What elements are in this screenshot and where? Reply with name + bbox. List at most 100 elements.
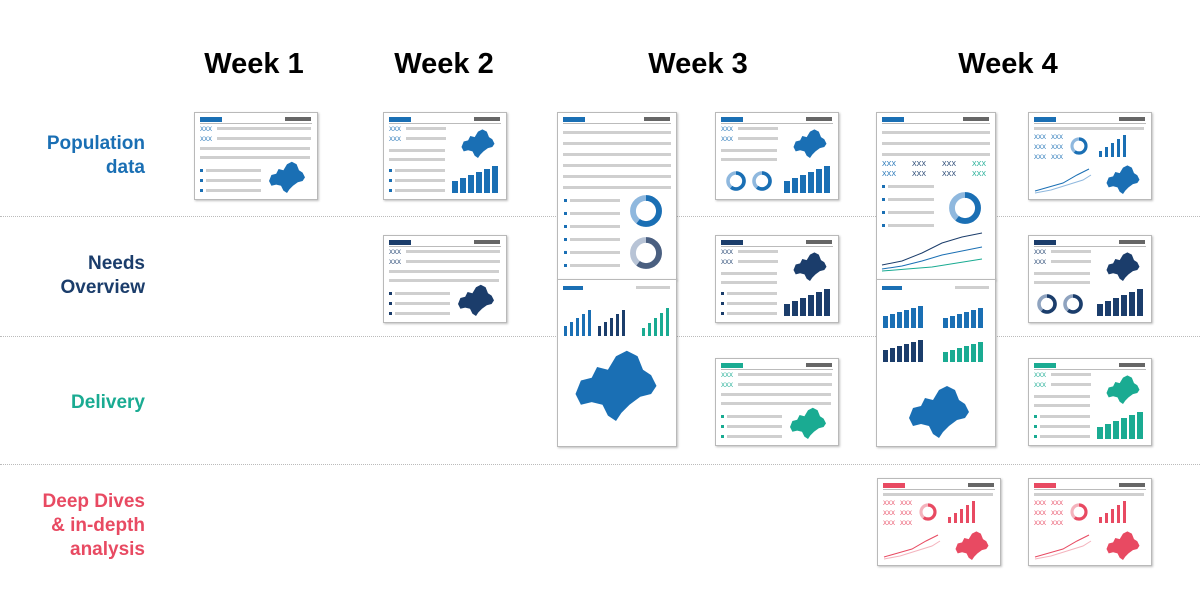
placeholder-text: XXX (900, 511, 912, 517)
placeholder-text: XXX (721, 250, 733, 256)
card-illustration: XXX XXX (721, 363, 833, 439)
text-line (882, 153, 990, 156)
text-line (1040, 435, 1090, 438)
header-accent (1034, 117, 1056, 122)
bar (576, 318, 579, 336)
card-illustration: XXX XXX (389, 117, 501, 193)
text-line (727, 435, 782, 438)
text-line (395, 179, 445, 182)
bar (492, 166, 498, 193)
map-shape (1106, 252, 1140, 281)
bar (616, 314, 619, 336)
text-line (563, 164, 671, 167)
header-rule (721, 246, 833, 247)
bullet (389, 312, 392, 315)
text-line (883, 493, 993, 496)
text-line (888, 211, 934, 214)
header-rule (721, 369, 833, 370)
card-illustration: XXX XXX XXX XXX XXX XXX (1034, 117, 1146, 194)
header-accent (1034, 240, 1056, 245)
bar (800, 298, 806, 316)
bar (1111, 509, 1114, 523)
bar (610, 318, 613, 336)
trend-line (881, 232, 983, 266)
text-line (1034, 395, 1090, 398)
bullet (389, 302, 392, 305)
text-line (395, 189, 445, 192)
header-rule (200, 123, 312, 124)
placeholder-text: XXX (1034, 383, 1046, 389)
report-page (876, 279, 996, 447)
bullet (200, 169, 203, 172)
bar (943, 318, 948, 328)
text-line (217, 137, 311, 140)
bar (816, 292, 822, 316)
header-rule (883, 489, 995, 490)
map-shape (269, 161, 305, 193)
trend-line (883, 534, 939, 558)
text-line (1051, 383, 1091, 386)
header-rule (1034, 246, 1146, 247)
placeholder-text: XXX (1034, 250, 1046, 256)
bullet (1034, 425, 1037, 428)
text-line (882, 142, 990, 145)
header-accent (389, 117, 411, 122)
bar (1137, 289, 1143, 316)
bullet (564, 212, 567, 215)
text-line (570, 199, 620, 202)
header-rule (389, 246, 501, 247)
header-accent (883, 483, 905, 488)
placeholder-text: XXX (389, 250, 401, 256)
bar (957, 314, 962, 328)
bullet (721, 415, 724, 418)
header-accent (563, 117, 585, 122)
bar (1123, 135, 1126, 157)
report-card: XXX XXX (715, 112, 839, 200)
text-line (1040, 415, 1090, 418)
row-label-population-data: Population data (46, 133, 145, 178)
placeholder-text: XXX (900, 501, 912, 507)
bar (1121, 418, 1127, 439)
bar (918, 306, 923, 328)
text-line (721, 393, 831, 396)
placeholder-text: XXX (1034, 260, 1046, 266)
header-bar (474, 117, 500, 121)
header-accent (721, 240, 743, 245)
placeholder-text: XXX (1034, 521, 1046, 527)
placeholder-text: XXX (389, 260, 401, 266)
text-line (206, 189, 261, 192)
bullet (882, 198, 885, 201)
text-line (738, 137, 778, 140)
bar (1137, 412, 1143, 439)
bar (911, 308, 916, 328)
report-card: XXX XXX (1028, 358, 1152, 446)
map-shape (793, 252, 827, 281)
text-line (200, 147, 310, 150)
header-rule (1034, 123, 1146, 124)
bar (564, 326, 567, 336)
header-bar (968, 483, 994, 487)
text-line (727, 292, 777, 295)
header-accent (389, 240, 411, 245)
bar (1129, 292, 1135, 316)
bar (964, 346, 969, 362)
bar (1105, 147, 1108, 157)
bar (792, 178, 798, 193)
map-shape (790, 407, 826, 439)
text-line (406, 250, 500, 253)
bar (960, 509, 963, 523)
bullet (1034, 415, 1037, 418)
text-line (882, 131, 990, 134)
bar (570, 322, 573, 336)
report-card: XXX XXX (194, 112, 318, 200)
bullet (882, 185, 885, 188)
bar (582, 314, 585, 336)
bar (824, 166, 830, 193)
bullet (564, 225, 567, 228)
bar (948, 517, 951, 523)
placeholder-text: XXX (883, 511, 895, 517)
header-rule (721, 123, 833, 124)
bar (890, 348, 895, 362)
placeholder-text: XXX (389, 127, 401, 133)
map-shape (955, 531, 989, 560)
